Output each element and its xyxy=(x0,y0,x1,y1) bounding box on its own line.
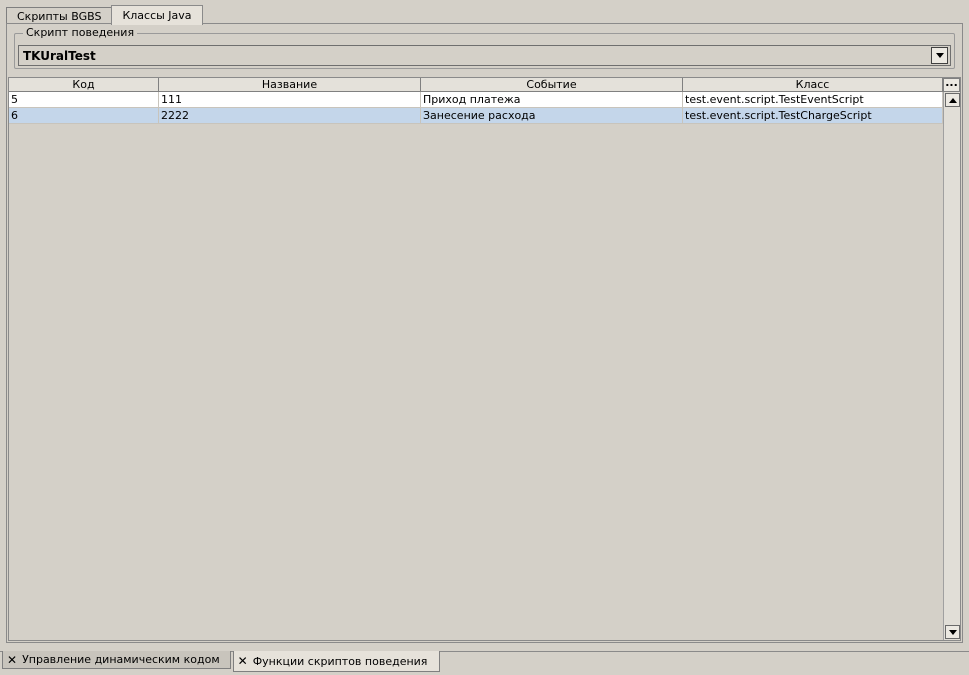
scroll-down-button[interactable] xyxy=(945,625,960,639)
behavior-script-group: Скрипт поведения TKUralTest xyxy=(14,26,955,69)
cell-name: 111 xyxy=(159,92,421,108)
close-icon[interactable]: ✕ xyxy=(7,653,17,667)
cell-class: test.event.script.TestChargeScript xyxy=(683,108,943,124)
bottom-tab-label: Функции скриптов поведения xyxy=(252,654,428,668)
cell-name: 2222 xyxy=(159,108,421,124)
table-row-selected[interactable]: 6 2222 Занесение расхода test.event.scri… xyxy=(9,108,943,124)
cell-code: 6 xyxy=(9,108,159,124)
table-body: 5 111 Приход платежа test.event.script.T… xyxy=(9,92,943,124)
vertical-scrollbar[interactable] xyxy=(943,92,960,640)
cell-event: Занесение расхода xyxy=(421,108,683,124)
group-title: Скрипт поведения xyxy=(23,26,138,40)
cell-event: Приход платежа xyxy=(421,92,683,108)
cell-code: 5 xyxy=(9,92,159,108)
bottom-tab-bar: ✕ Управление динамическим кодом ✕ Функци… xyxy=(2,651,442,673)
chevron-down-icon xyxy=(935,53,944,58)
java-classes-table: Код Название Событие Класс ... 5 111 При… xyxy=(8,77,961,641)
top-tab-bar: Скрипты BGBS Классы Java xyxy=(6,4,203,25)
column-header-event[interactable]: Событие xyxy=(421,78,683,92)
cell-class: test.event.script.TestEventScript xyxy=(683,92,943,108)
close-icon[interactable]: ✕ xyxy=(238,654,248,668)
column-header-name[interactable]: Название xyxy=(159,78,421,92)
column-header-code[interactable]: Код xyxy=(9,78,159,92)
bottom-tab-label: Управление динамическим кодом xyxy=(22,653,220,666)
bottom-tab-dynamic-code[interactable]: ✕ Управление динамическим кодом xyxy=(2,651,231,669)
arrow-up-icon xyxy=(948,97,957,103)
tab-label: Классы Java xyxy=(122,9,192,22)
tab-bgbs-scripts[interactable]: Скрипты BGBS xyxy=(6,7,113,24)
column-header-class[interactable]: Класс xyxy=(683,78,943,92)
app-window: Скрипты BGBS Классы Java Скрипт поведени… xyxy=(0,0,969,675)
tab-java-classes[interactable]: Классы Java xyxy=(111,5,203,25)
main-panel: Скрипт поведения TKUralTest Код Название… xyxy=(6,23,963,643)
tab-label: Скрипты BGBS xyxy=(17,9,102,23)
table-row[interactable]: 5 111 Приход платежа test.event.script.T… xyxy=(9,92,943,108)
bottom-tab-script-functions[interactable]: ✕ Функции скриптов поведения xyxy=(232,651,441,672)
behavior-script-combo[interactable]: TKUralTest xyxy=(18,45,951,66)
arrow-down-icon xyxy=(948,629,957,635)
table-header: Код Название Событие Класс xyxy=(9,78,943,92)
combo-value: TKUralTest xyxy=(23,49,96,63)
combo-dropdown-button[interactable] xyxy=(931,47,948,64)
scroll-up-button[interactable] xyxy=(945,93,960,107)
column-chooser-button[interactable]: ... xyxy=(943,77,960,92)
